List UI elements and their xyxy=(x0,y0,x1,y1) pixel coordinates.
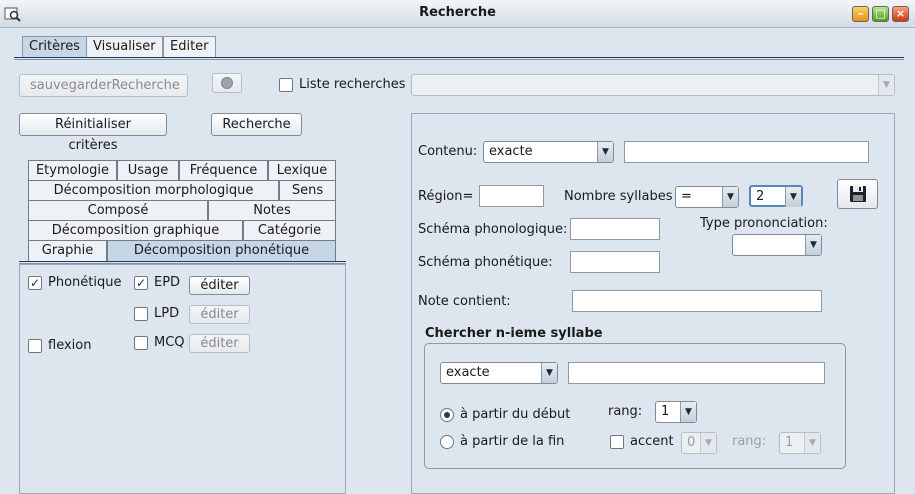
schema-phonologique-input[interactable] xyxy=(570,218,660,240)
flexion-label: flexion xyxy=(48,338,92,353)
subtab-lexique[interactable]: Lexique xyxy=(268,160,336,181)
syllables-operator-value: = xyxy=(681,189,692,204)
accent-label: accent xyxy=(630,434,674,449)
window-title: Recherche xyxy=(419,5,496,20)
rang-select[interactable]: 1 ▼ xyxy=(655,401,697,423)
minimize-icon[interactable]: – xyxy=(852,6,869,22)
close-icon[interactable]: × xyxy=(892,6,909,22)
combo-arrow-icon: ▼ xyxy=(680,402,696,422)
contenu-mode-value: exacte xyxy=(489,144,533,159)
lpd-label: LPD xyxy=(154,306,180,321)
accent-checkbox[interactable] xyxy=(610,435,624,449)
list-searches-label: Liste recherches xyxy=(299,77,406,92)
rang-accent-label: rang: xyxy=(732,434,767,449)
mcq-label: MCQ xyxy=(154,335,185,350)
note-input[interactable] xyxy=(572,290,822,312)
syllables-operator-select[interactable]: = ▼ xyxy=(675,186,739,208)
rang-label: rang: xyxy=(608,404,643,419)
from-end-label: à partir de la fin xyxy=(460,434,565,449)
contenu-label: Contenu: xyxy=(418,144,478,159)
note-label: Note contient: xyxy=(418,294,511,309)
phonetique-checkbox[interactable]: ✓ xyxy=(28,276,42,290)
rang-accent-select[interactable]: 1 ▼ xyxy=(779,432,821,454)
syllables-label: Nombre syllabes xyxy=(564,189,673,204)
combo-arrow-icon: ▼ xyxy=(597,142,613,162)
subtab-compose[interactable]: Composé xyxy=(28,200,208,221)
flexion-checkbox[interactable] xyxy=(28,339,42,353)
subtab-frequence[interactable]: Fréquence xyxy=(179,160,268,181)
subtab-decomposition-phonetique[interactable]: Décomposition phonétique xyxy=(107,240,336,261)
region-input[interactable] xyxy=(479,185,544,207)
nieme-mode-select[interactable]: exacte ▼ xyxy=(440,362,558,384)
combo-arrow-icon: ▼ xyxy=(878,75,894,95)
accent-value: 0 xyxy=(687,435,696,450)
subtab-usage[interactable]: Usage xyxy=(117,160,179,181)
nieme-input[interactable] xyxy=(568,362,825,384)
record-icon xyxy=(221,77,233,89)
search-button[interactable]: Recherche xyxy=(211,113,302,136)
list-searches-checkbox[interactable] xyxy=(279,78,293,92)
subtab-sens[interactable]: Sens xyxy=(279,180,336,201)
tab-criteres[interactable]: Critères xyxy=(22,36,87,57)
combo-arrow-icon: ▼ xyxy=(805,235,821,255)
subtab-decomposition-graphique[interactable]: Décomposition graphique xyxy=(28,220,243,241)
tab-visualiser[interactable]: Visualiser xyxy=(86,36,163,57)
nieme-title: Chercher n-ieme syllabe xyxy=(425,326,603,341)
tab-divider xyxy=(14,57,904,60)
phonetique-label: Phonétique xyxy=(48,275,122,290)
edit-epd-button[interactable]: éditer xyxy=(189,276,250,295)
lpd-checkbox[interactable] xyxy=(134,307,148,321)
subtab-etymologie[interactable]: Etymologie xyxy=(28,160,117,181)
schema-phonetique-label: Schéma phonétique: xyxy=(418,255,553,270)
maximize-icon[interactable]: □ xyxy=(872,6,889,22)
subtab-categorie[interactable]: Catégorie xyxy=(243,220,336,241)
subtab-decomposition-morphologique[interactable]: Décomposition morphologique xyxy=(28,180,279,201)
epd-checkbox[interactable]: ✓ xyxy=(134,276,148,290)
subtab-notes[interactable]: Notes xyxy=(208,200,336,221)
epd-label: EPD xyxy=(154,275,181,290)
saved-searches-select[interactable]: ▼ xyxy=(411,74,895,96)
syllables-count-value: 2 xyxy=(756,189,765,204)
combo-arrow-icon: ▼ xyxy=(804,433,820,453)
reset-criteria-button[interactable]: Réinitialiser critères xyxy=(19,113,167,153)
nieme-mode-value: exacte xyxy=(446,365,490,380)
subtab-graphie[interactable]: Graphie xyxy=(28,240,107,261)
contenu-input[interactable] xyxy=(624,141,869,163)
combo-arrow-icon: ▼ xyxy=(722,187,738,207)
from-start-radio[interactable] xyxy=(440,408,454,422)
combo-arrow-icon: ▼ xyxy=(785,187,801,207)
schema-phonetique-input[interactable] xyxy=(570,251,660,273)
title-bar: Recherche – □ × xyxy=(0,0,915,28)
save-disk-icon xyxy=(850,186,866,202)
from-start-label: à partir du début xyxy=(460,407,571,422)
schema-phonologique-label: Schéma phonologique: xyxy=(418,222,568,237)
edit-lpd-button[interactable]: éditer xyxy=(189,305,250,324)
save-button[interactable] xyxy=(837,179,878,209)
save-search-button[interactable]: sauvegarderRecherche xyxy=(19,74,188,97)
contenu-mode-select[interactable]: exacte ▼ xyxy=(483,141,614,163)
from-end-radio[interactable] xyxy=(440,435,454,449)
rang-accent-value: 1 xyxy=(785,435,794,450)
record-button[interactable] xyxy=(212,73,242,93)
type-prononciation-select[interactable]: ▼ xyxy=(732,234,822,256)
accent-select[interactable]: 0 ▼ xyxy=(681,432,717,454)
combo-arrow-icon: ▼ xyxy=(541,363,557,383)
type-prononciation-label: Type prononciation: xyxy=(700,216,828,231)
mcq-checkbox[interactable] xyxy=(134,336,148,350)
edit-mcq-button[interactable]: éditer xyxy=(189,334,250,353)
combo-arrow-icon: ▼ xyxy=(700,433,716,453)
tab-editer[interactable]: Editer xyxy=(163,36,216,57)
rang-value: 1 xyxy=(661,404,670,419)
phonetic-panel xyxy=(19,264,346,494)
region-label: Région= xyxy=(418,189,474,204)
syllables-count-select[interactable]: 2 ▼ xyxy=(749,185,803,207)
